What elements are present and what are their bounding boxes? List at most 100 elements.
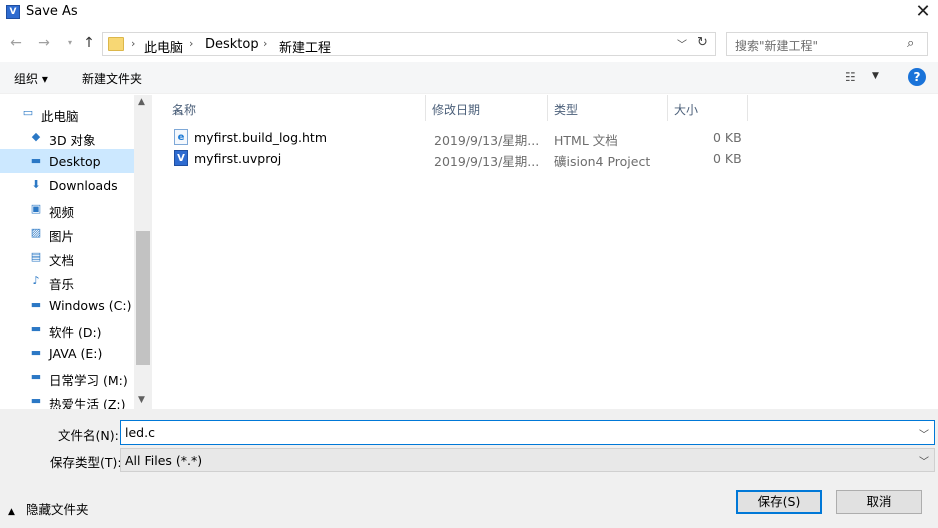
- sidebar-item[interactable]: ▭ 此电脑: [0, 101, 134, 125]
- drive-icon: ▬: [30, 346, 42, 359]
- uvision-project-icon: V: [174, 150, 188, 166]
- address-dropdown-icon[interactable]: ﹀: [677, 36, 687, 51]
- help-icon[interactable]: ?: [908, 68, 926, 86]
- navigation-bar: ← → ▾ ↑ › 此电脑 › Desktop › 新建工程 ﹀ ↻ 搜索"新建…: [0, 28, 938, 60]
- computer-icon: ▭: [22, 106, 34, 119]
- file-name: myfirst.build_log.htm: [194, 130, 327, 145]
- command-toolbar: 组织 ▾ 新建文件夹 ☷ ▼ ?: [0, 62, 938, 94]
- sidebar-item[interactable]: ▨ 图片: [0, 221, 134, 245]
- sidebar-item-label: 图片: [49, 229, 75, 244]
- scrollbar-thumb[interactable]: [136, 231, 150, 365]
- forward-arrow-icon[interactable]: →: [36, 35, 52, 51]
- sidebar-item-label: Desktop: [49, 154, 101, 169]
- file-name: myfirst.uvproj: [194, 151, 282, 166]
- file-row[interactable]: Vmyfirst.uvproj 2019/9/13/星期... 礦ision4 Pr…: [160, 148, 750, 169]
- file-type: 礦ision4 Project: [554, 154, 651, 169]
- filename-value[interactable]: led.c: [125, 425, 155, 440]
- breadcrumb-separator-icon: ›: [263, 37, 268, 50]
- file-size: 0 KB: [713, 130, 742, 145]
- breadcrumb-new-project[interactable]: 新建工程: [279, 37, 331, 56]
- column-header-size[interactable]: 大小: [668, 95, 748, 121]
- navigation-pane: ▭ 此电脑 ◆ 3D 对象 ▬ Desktop ⬇ Downloads ▣ 视频 ▨ 图片 ▤ 文档 ♪ 音乐…: [0, 95, 152, 412]
- view-dropdown-icon[interactable]: ▼: [872, 71, 879, 81]
- up-arrow-icon[interactable]: ↑: [81, 35, 97, 51]
- sidebar-item[interactable]: ▬ 软件 (D:): [0, 317, 134, 341]
- sidebar-item-label: 此电脑: [41, 109, 79, 124]
- 3d-objects-icon: ◆: [31, 130, 41, 143]
- recent-locations-chevron-icon[interactable]: ▾: [62, 35, 78, 51]
- column-header-date[interactable]: 修改日期: [426, 95, 548, 121]
- breadcrumb-separator-icon: ›: [131, 37, 136, 50]
- downloads-icon: ⬇: [31, 178, 41, 191]
- sidebar-item[interactable]: ▣ 视频: [0, 197, 134, 221]
- sidebar-item[interactable]: ▬ Desktop: [0, 149, 134, 173]
- new-folder-button[interactable]: 新建文件夹: [82, 70, 142, 87]
- sidebar-item[interactable]: ▬ JAVA (E:): [0, 341, 134, 365]
- save-button[interactable]: 保存(S): [736, 490, 822, 514]
- sidebar-item-label: 3D 对象: [49, 133, 96, 148]
- sidebar-item-label: JAVA (E:): [49, 346, 103, 361]
- file-size: 0 KB: [713, 151, 742, 166]
- search-placeholder: 搜索"新建工程": [735, 39, 819, 53]
- breadcrumb-separator-icon: ›: [189, 37, 194, 50]
- uvision-app-icon: V: [6, 5, 20, 19]
- filename-label: 文件名(N):: [58, 428, 119, 443]
- documents-icon: ▤: [30, 250, 42, 263]
- refresh-icon[interactable]: ↻: [697, 35, 708, 50]
- window-title: Save As: [26, 4, 78, 19]
- column-header-name[interactable]: 名称 ︿: [166, 95, 426, 121]
- desktop-icon: ▬: [30, 154, 42, 167]
- file-date: 2019/9/13/星期...: [434, 154, 540, 169]
- sidebar-item-label: 日常学习 (M:): [49, 373, 128, 388]
- breadcrumb-desktop[interactable]: Desktop: [205, 37, 259, 52]
- cancel-button[interactable]: 取消: [836, 490, 922, 514]
- sidebar-scrollbar[interactable]: ▲ ▼: [134, 95, 152, 409]
- view-options-icon[interactable]: ☷: [845, 70, 856, 84]
- sidebar-item[interactable]: ▬ 日常学习 (M:): [0, 365, 134, 389]
- file-type: HTML 文档: [554, 133, 618, 148]
- sidebar-item[interactable]: ♪ 音乐: [0, 269, 134, 293]
- sort-ascending-icon: ︿: [172, 103, 185, 117]
- sidebar-item[interactable]: ▬ Windows (C:): [0, 293, 134, 317]
- pictures-icon: ▨: [30, 226, 42, 239]
- scroll-down-icon[interactable]: ▼: [138, 395, 145, 405]
- address-bar[interactable]: › 此电脑 › Desktop › 新建工程 ﹀ ↻: [102, 32, 716, 56]
- filetype-select[interactable]: All Files (*.*) ﹀: [120, 448, 935, 472]
- file-date: 2019/9/13/星期...: [434, 133, 540, 148]
- search-box[interactable]: 搜索"新建工程" ⌕: [726, 32, 928, 56]
- music-icon: ♪: [32, 274, 40, 287]
- search-icon[interactable]: ⌕: [907, 36, 914, 51]
- drive-icon: ▬: [30, 322, 42, 335]
- filetype-dropdown-icon[interactable]: ﹀: [919, 453, 929, 468]
- filename-dropdown-icon[interactable]: ﹀: [919, 426, 929, 441]
- sidebar-item-label: 文档: [49, 253, 75, 268]
- sidebar-item[interactable]: ▤ 文档: [0, 245, 134, 269]
- filetype-value: All Files (*.*): [125, 453, 203, 468]
- folder-icon: [108, 37, 124, 51]
- sidebar-item[interactable]: ⬇ Downloads: [0, 173, 134, 197]
- breadcrumb-this-pc[interactable]: 此电脑: [144, 37, 183, 56]
- videos-icon: ▣: [30, 202, 42, 215]
- drive-icon: ▬: [30, 370, 42, 383]
- column-header-type[interactable]: 类型: [548, 95, 668, 121]
- sidebar-item[interactable]: ◆ 3D 对象: [0, 125, 134, 149]
- sidebar-item-label: 视频: [49, 205, 75, 220]
- sidebar-item-label: 软件 (D:): [49, 325, 102, 340]
- chevron-up-icon: ▲: [8, 507, 15, 517]
- sidebar-item-label: Downloads: [49, 178, 118, 193]
- title-bar: V Save As ✕: [0, 0, 938, 26]
- file-row[interactable]: e myfirst.build_log.htm 2019/9/13/星期... HTM…: [160, 127, 750, 148]
- drive-c-icon: ▬: [30, 298, 42, 311]
- hide-folders-toggle[interactable]: ▲ 隐藏文件夹: [8, 499, 89, 518]
- hide-folders-label: 隐藏文件夹: [25, 502, 89, 517]
- close-icon[interactable]: ✕: [908, 1, 938, 25]
- scroll-up-icon[interactable]: ▲: [138, 97, 145, 107]
- organize-button[interactable]: 组织 ▾: [14, 70, 48, 87]
- sidebar-item-label: 音乐: [49, 277, 75, 292]
- sidebar-item-label: Windows (C:): [49, 298, 132, 313]
- back-arrow-icon[interactable]: ←: [8, 35, 24, 51]
- save-form: 文件名(N): led.c ﹀ 保存类型(T): All Files (*.*)…: [0, 409, 938, 528]
- filename-input[interactable]: led.c ﹀: [120, 420, 935, 445]
- html-file-icon: e: [174, 129, 188, 145]
- file-list: 名称 ︿ 修改日期 类型 大小 e myfirst.build_log.htm 20…: [160, 95, 938, 409]
